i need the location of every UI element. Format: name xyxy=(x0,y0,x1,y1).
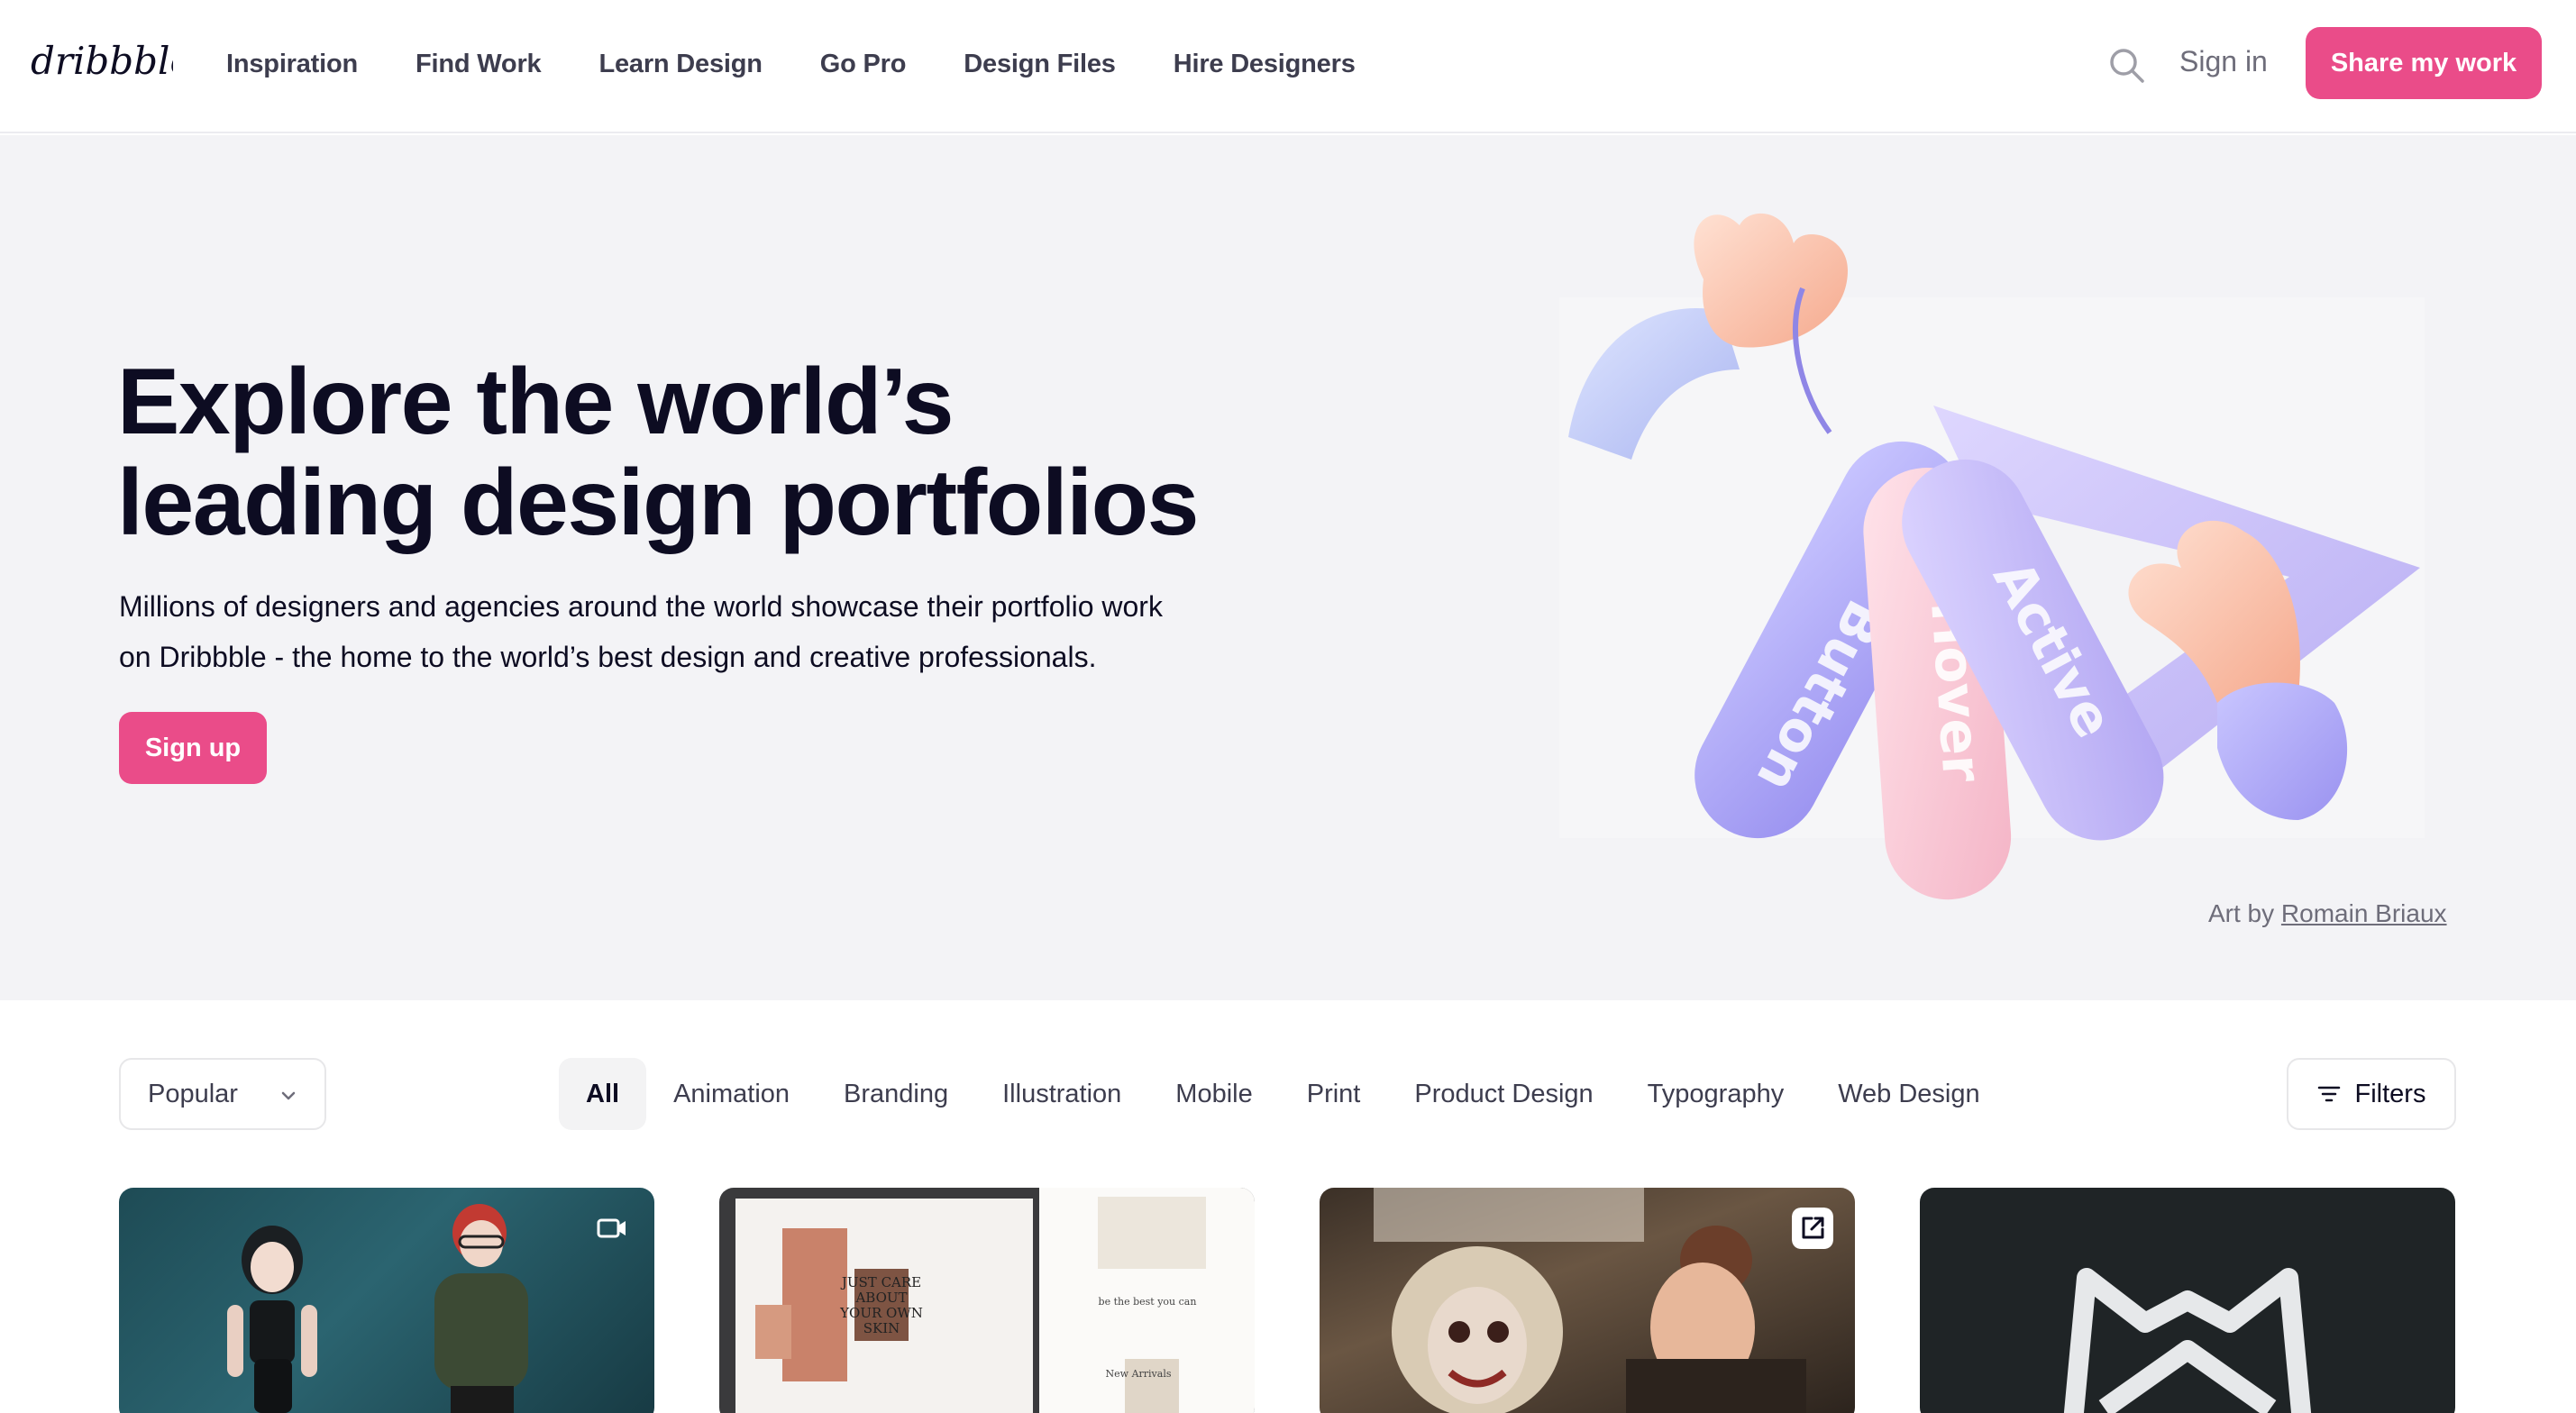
hero-title: Explore the world’s leading design portf… xyxy=(117,351,1334,553)
tab-product-design[interactable]: Product Design xyxy=(1387,1058,1620,1130)
tab-typography[interactable]: Typography xyxy=(1621,1058,1812,1130)
hero-title-line: leading design portfolios xyxy=(117,451,1199,555)
hero-subtitle: Millions of designers and agencies aroun… xyxy=(119,581,1291,682)
credit-author-link[interactable]: Romain Briaux xyxy=(2281,899,2447,927)
sort-dropdown[interactable]: Popular xyxy=(119,1058,326,1130)
shot-thumbnail xyxy=(227,1204,528,1413)
search-icon[interactable] xyxy=(2106,45,2146,85)
shot-card[interactable] xyxy=(1320,1188,1855,1413)
dribbble-logo[interactable]: dribbble xyxy=(31,36,173,88)
shot-tagline: be the best you can xyxy=(1099,1296,1197,1308)
tab-illustration[interactable]: Illustration xyxy=(975,1058,1148,1130)
svg-text:dribbble: dribbble xyxy=(31,39,173,83)
hero-subtitle-line: Millions of designers and agencies aroun… xyxy=(119,590,1163,623)
tab-print[interactable]: Print xyxy=(1280,1058,1388,1130)
nav-learn-design[interactable]: Learn Design xyxy=(598,50,763,79)
sign-up-button[interactable]: Sign up xyxy=(119,712,267,784)
tab-all[interactable]: All xyxy=(559,1058,647,1130)
tab-web-design[interactable]: Web Design xyxy=(1811,1058,2006,1130)
shot-text-line: SKIN xyxy=(863,1320,900,1336)
shot-card[interactable]: JUST CARE ABOUT YOUR OWN SKIN be the bes… xyxy=(719,1188,1255,1413)
shot-side-text: New Arrivals xyxy=(1106,1368,1172,1380)
filter-lines-icon xyxy=(2317,1086,2340,1102)
category-tabs: All Animation Branding Illustration Mobi… xyxy=(559,1058,2007,1130)
filters-button[interactable]: Filters xyxy=(2287,1058,2456,1130)
shot-thumbnail: JUST CARE ABOUT YOUR OWN SKIN be the bes… xyxy=(735,1188,1255,1413)
video-icon xyxy=(597,1218,626,1238)
fox-logo-icon xyxy=(2063,1268,2312,1413)
credit-prefix: Art by xyxy=(2208,899,2275,927)
top-navbar: dribbble Inspiration Find Work Learn Des… xyxy=(0,0,2576,133)
nav-hire-designers[interactable]: Hire Designers xyxy=(1174,50,1356,79)
tab-branding[interactable]: Branding xyxy=(817,1058,975,1130)
hero-illustration: Button Hover Active xyxy=(1559,213,2425,900)
sort-selected-value: Popular xyxy=(148,1079,238,1108)
external-link-icon xyxy=(1792,1208,1833,1249)
hero-subtitle-line: on Dribbble - the home to the world’s be… xyxy=(119,641,1097,673)
shot-thumbnail xyxy=(1374,1188,1806,1413)
nav-inspiration[interactable]: Inspiration xyxy=(226,50,358,79)
hero-title-line: Explore the world’s xyxy=(117,350,954,454)
shot-card[interactable] xyxy=(1920,1188,2455,1413)
tab-mobile[interactable]: Mobile xyxy=(1148,1058,1279,1130)
shot-text-line: YOUR OWN xyxy=(839,1305,923,1321)
shot-text-line: ABOUT xyxy=(854,1290,907,1306)
share-my-work-button[interactable]: Share my work xyxy=(2306,27,2542,99)
nav-go-pro[interactable]: Go Pro xyxy=(820,50,907,79)
nav-design-files[interactable]: Design Files xyxy=(964,50,1116,79)
main-nav: Inspiration Find Work Learn Design Go Pr… xyxy=(226,0,1356,128)
shot-text-line: JUST CARE xyxy=(840,1274,921,1290)
shot-card[interactable] xyxy=(119,1188,654,1413)
art-credit: Art by Romain Briaux xyxy=(2208,899,2447,928)
hero-section: Explore the world’s leading design portf… xyxy=(0,135,2576,1000)
tab-animation[interactable]: Animation xyxy=(646,1058,817,1130)
sign-in-link[interactable]: Sign in xyxy=(2179,45,2268,78)
chevron-down-icon xyxy=(281,1091,296,1100)
nav-find-work[interactable]: Find Work xyxy=(416,50,542,79)
filters-label: Filters xyxy=(2354,1079,2426,1108)
